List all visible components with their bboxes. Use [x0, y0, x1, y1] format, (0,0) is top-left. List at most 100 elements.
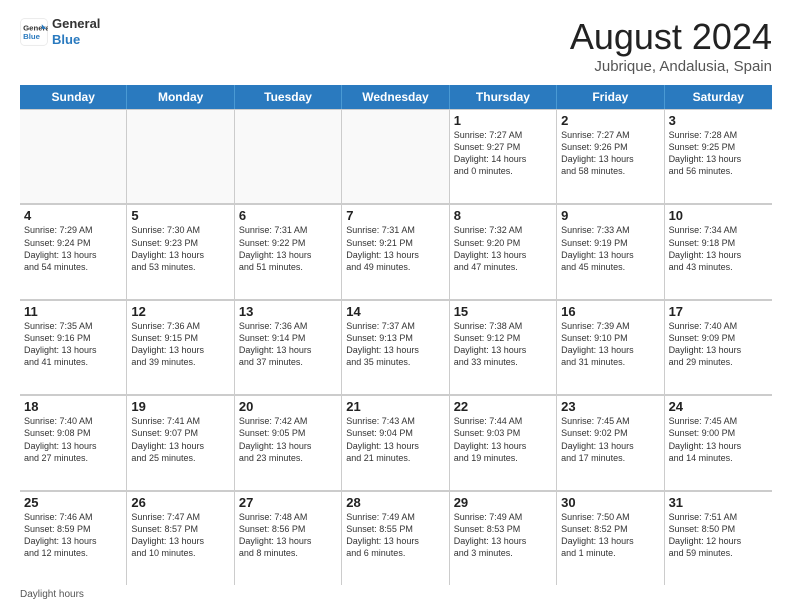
- calendar-cell: 23Sunrise: 7:45 AM Sunset: 9:02 PM Dayli…: [557, 395, 664, 489]
- calendar-cell: 11Sunrise: 7:35 AM Sunset: 9:16 PM Dayli…: [20, 300, 127, 394]
- cell-info: Sunrise: 7:27 AM Sunset: 9:26 PM Dayligh…: [561, 129, 659, 178]
- cell-info: Sunrise: 7:45 AM Sunset: 9:02 PM Dayligh…: [561, 415, 659, 464]
- page-header: General Blue General Blue August 2024 Ju…: [20, 16, 772, 75]
- day-number: 21: [346, 399, 444, 414]
- day-number: 16: [561, 304, 659, 319]
- day-number: 26: [131, 495, 229, 510]
- title-block: August 2024 Jubrique, Andalusia, Spain: [570, 16, 772, 75]
- calendar-cell: 30Sunrise: 7:50 AM Sunset: 8:52 PM Dayli…: [557, 491, 664, 585]
- calendar: SundayMondayTuesdayWednesdayThursdayFrid…: [20, 85, 772, 585]
- cell-info: Sunrise: 7:28 AM Sunset: 9:25 PM Dayligh…: [669, 129, 768, 178]
- day-number: 3: [669, 113, 768, 128]
- cell-info: Sunrise: 7:48 AM Sunset: 8:56 PM Dayligh…: [239, 511, 337, 560]
- cell-info: Sunrise: 7:50 AM Sunset: 8:52 PM Dayligh…: [561, 511, 659, 560]
- cell-info: Sunrise: 7:34 AM Sunset: 9:18 PM Dayligh…: [669, 224, 768, 273]
- day-number: 10: [669, 208, 768, 223]
- day-number: 24: [669, 399, 768, 414]
- calendar-cell: 24Sunrise: 7:45 AM Sunset: 9:00 PM Dayli…: [665, 395, 772, 489]
- day-header-wednesday: Wednesday: [342, 85, 449, 109]
- cell-info: Sunrise: 7:51 AM Sunset: 8:50 PM Dayligh…: [669, 511, 768, 560]
- calendar-cell: 20Sunrise: 7:42 AM Sunset: 9:05 PM Dayli…: [235, 395, 342, 489]
- calendar-cell: 6Sunrise: 7:31 AM Sunset: 9:22 PM Daylig…: [235, 204, 342, 298]
- cell-info: Sunrise: 7:49 AM Sunset: 8:55 PM Dayligh…: [346, 511, 444, 560]
- calendar-cell: 2Sunrise: 7:27 AM Sunset: 9:26 PM Daylig…: [557, 109, 664, 203]
- day-header-saturday: Saturday: [665, 85, 772, 109]
- cell-info: Sunrise: 7:31 AM Sunset: 9:22 PM Dayligh…: [239, 224, 337, 273]
- day-number: 31: [669, 495, 768, 510]
- day-number: 13: [239, 304, 337, 319]
- cell-info: Sunrise: 7:40 AM Sunset: 9:08 PM Dayligh…: [24, 415, 122, 464]
- day-number: 5: [131, 208, 229, 223]
- day-number: 1: [454, 113, 552, 128]
- calendar-cell: 8Sunrise: 7:32 AM Sunset: 9:20 PM Daylig…: [450, 204, 557, 298]
- calendar-cell: 12Sunrise: 7:36 AM Sunset: 9:15 PM Dayli…: [127, 300, 234, 394]
- calendar-header: SundayMondayTuesdayWednesdayThursdayFrid…: [20, 85, 772, 109]
- calendar-cell: 7Sunrise: 7:31 AM Sunset: 9:21 PM Daylig…: [342, 204, 449, 298]
- day-number: 27: [239, 495, 337, 510]
- cell-info: Sunrise: 7:29 AM Sunset: 9:24 PM Dayligh…: [24, 224, 122, 273]
- calendar-cell: 13Sunrise: 7:36 AM Sunset: 9:14 PM Dayli…: [235, 300, 342, 394]
- cell-info: Sunrise: 7:44 AM Sunset: 9:03 PM Dayligh…: [454, 415, 552, 464]
- calendar-cell: 25Sunrise: 7:46 AM Sunset: 8:59 PM Dayli…: [20, 491, 127, 585]
- cell-info: Sunrise: 7:41 AM Sunset: 9:07 PM Dayligh…: [131, 415, 229, 464]
- calendar-cell: 28Sunrise: 7:49 AM Sunset: 8:55 PM Dayli…: [342, 491, 449, 585]
- calendar-cell: 9Sunrise: 7:33 AM Sunset: 9:19 PM Daylig…: [557, 204, 664, 298]
- calendar-row-4: 25Sunrise: 7:46 AM Sunset: 8:59 PM Dayli…: [20, 491, 772, 585]
- calendar-cell: 26Sunrise: 7:47 AM Sunset: 8:57 PM Dayli…: [127, 491, 234, 585]
- cell-info: Sunrise: 7:49 AM Sunset: 8:53 PM Dayligh…: [454, 511, 552, 560]
- day-number: 28: [346, 495, 444, 510]
- cell-info: Sunrise: 7:39 AM Sunset: 9:10 PM Dayligh…: [561, 320, 659, 369]
- logo-line2: Blue: [52, 32, 100, 48]
- calendar-row-1: 4Sunrise: 7:29 AM Sunset: 9:24 PM Daylig…: [20, 204, 772, 299]
- calendar-cell: 4Sunrise: 7:29 AM Sunset: 9:24 PM Daylig…: [20, 204, 127, 298]
- cell-info: Sunrise: 7:43 AM Sunset: 9:04 PM Dayligh…: [346, 415, 444, 464]
- day-number: 6: [239, 208, 337, 223]
- cell-info: Sunrise: 7:27 AM Sunset: 9:27 PM Dayligh…: [454, 129, 552, 178]
- calendar-row-0: 1Sunrise: 7:27 AM Sunset: 9:27 PM Daylig…: [20, 109, 772, 204]
- day-header-thursday: Thursday: [450, 85, 557, 109]
- cell-info: Sunrise: 7:42 AM Sunset: 9:05 PM Dayligh…: [239, 415, 337, 464]
- cell-info: Sunrise: 7:47 AM Sunset: 8:57 PM Dayligh…: [131, 511, 229, 560]
- calendar-body: 1Sunrise: 7:27 AM Sunset: 9:27 PM Daylig…: [20, 109, 772, 585]
- calendar-cell: 1Sunrise: 7:27 AM Sunset: 9:27 PM Daylig…: [450, 109, 557, 203]
- calendar-cell: 19Sunrise: 7:41 AM Sunset: 9:07 PM Dayli…: [127, 395, 234, 489]
- day-number: 23: [561, 399, 659, 414]
- day-header-tuesday: Tuesday: [235, 85, 342, 109]
- calendar-cell: 10Sunrise: 7:34 AM Sunset: 9:18 PM Dayli…: [665, 204, 772, 298]
- day-number: 19: [131, 399, 229, 414]
- calendar-cell: [235, 109, 342, 203]
- calendar-row-3: 18Sunrise: 7:40 AM Sunset: 9:08 PM Dayli…: [20, 395, 772, 490]
- day-number: 2: [561, 113, 659, 128]
- day-number: 15: [454, 304, 552, 319]
- cell-info: Sunrise: 7:32 AM Sunset: 9:20 PM Dayligh…: [454, 224, 552, 273]
- day-number: 25: [24, 495, 122, 510]
- cell-info: Sunrise: 7:31 AM Sunset: 9:21 PM Dayligh…: [346, 224, 444, 273]
- calendar-cell: 17Sunrise: 7:40 AM Sunset: 9:09 PM Dayli…: [665, 300, 772, 394]
- calendar-cell: 15Sunrise: 7:38 AM Sunset: 9:12 PM Dayli…: [450, 300, 557, 394]
- cell-info: Sunrise: 7:38 AM Sunset: 9:12 PM Dayligh…: [454, 320, 552, 369]
- cell-info: Sunrise: 7:30 AM Sunset: 9:23 PM Dayligh…: [131, 224, 229, 273]
- cell-info: Sunrise: 7:36 AM Sunset: 9:15 PM Dayligh…: [131, 320, 229, 369]
- cell-info: Sunrise: 7:36 AM Sunset: 9:14 PM Dayligh…: [239, 320, 337, 369]
- day-number: 22: [454, 399, 552, 414]
- cell-info: Sunrise: 7:46 AM Sunset: 8:59 PM Dayligh…: [24, 511, 122, 560]
- day-number: 30: [561, 495, 659, 510]
- calendar-cell: 21Sunrise: 7:43 AM Sunset: 9:04 PM Dayli…: [342, 395, 449, 489]
- day-number: 8: [454, 208, 552, 223]
- day-number: 11: [24, 304, 122, 319]
- cell-info: Sunrise: 7:35 AM Sunset: 9:16 PM Dayligh…: [24, 320, 122, 369]
- day-number: 7: [346, 208, 444, 223]
- calendar-cell: 22Sunrise: 7:44 AM Sunset: 9:03 PM Dayli…: [450, 395, 557, 489]
- footer-note: Daylight hours: [20, 589, 772, 600]
- svg-text:Blue: Blue: [23, 32, 41, 41]
- day-header-friday: Friday: [557, 85, 664, 109]
- calendar-cell: 5Sunrise: 7:30 AM Sunset: 9:23 PM Daylig…: [127, 204, 234, 298]
- logo-icon: General Blue: [20, 18, 48, 46]
- day-number: 20: [239, 399, 337, 414]
- calendar-cell: 14Sunrise: 7:37 AM Sunset: 9:13 PM Dayli…: [342, 300, 449, 394]
- logo: General Blue General Blue: [20, 16, 100, 47]
- calendar-cell: 16Sunrise: 7:39 AM Sunset: 9:10 PM Dayli…: [557, 300, 664, 394]
- calendar-row-2: 11Sunrise: 7:35 AM Sunset: 9:16 PM Dayli…: [20, 300, 772, 395]
- day-number: 29: [454, 495, 552, 510]
- calendar-cell: [20, 109, 127, 203]
